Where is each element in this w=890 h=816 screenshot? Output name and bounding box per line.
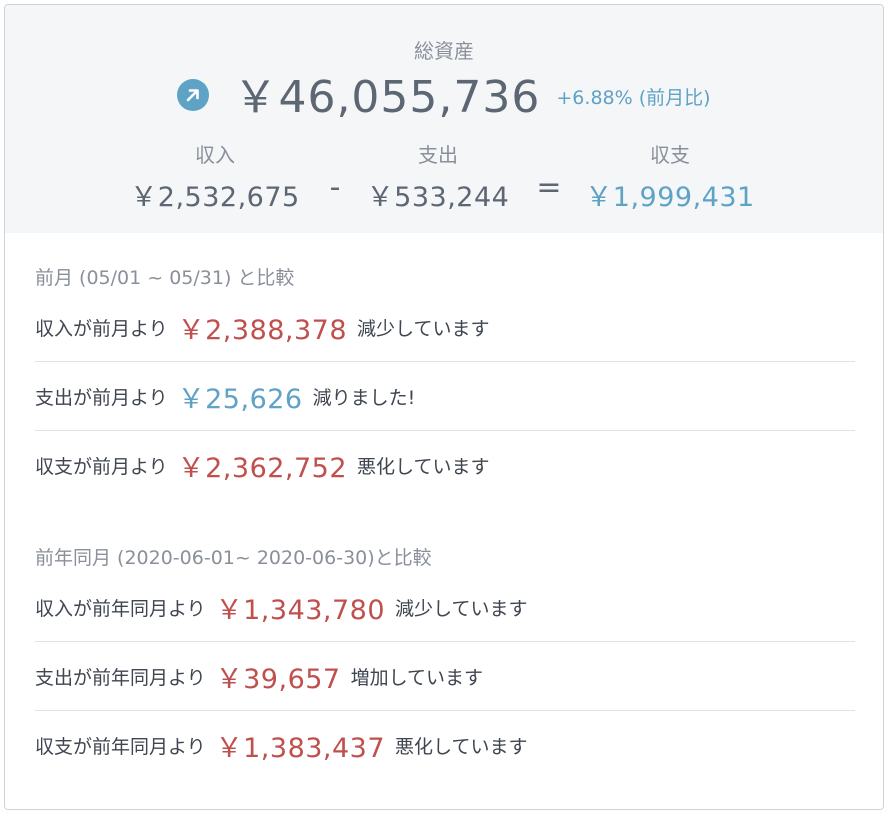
prev-year-income-row: 収入が前年同月より ￥1,343,780 減少しています [35,573,855,642]
total-assets-value: ￥46,055,736 [233,72,541,123]
total-assets-label: 総資産 [414,39,474,63]
income-block: 収入 ￥2,532,675 [115,141,315,213]
prev-month-income-row: 収入が前月より ￥2,388,378 減少しています [35,293,855,362]
row-amount: ￥1,343,780 [215,594,386,626]
row-amount: ￥1,383,437 [215,732,386,764]
row-prefix: 支出が前年同月より [35,666,206,689]
prev-month-balance-row: 収支が前月より ￥2,362,752 悪化しています [35,431,855,499]
row-suffix: 減りました! [312,386,416,409]
prev-month-comparison: 前月 (05/01 ~ 05/31) と比較 収入が前月より ￥2,388,37… [35,263,855,499]
prev-month-title: 前月 (05/01 ~ 05/31) と比較 [35,267,295,289]
balance-block: 収支 ￥1,999,431 [575,141,765,213]
row-prefix: 支出が前月より [35,386,168,409]
summary-panel: 総資産 ￥46,055,736 +6.88% (前月比) 収入 ￥2,532,6… [5,5,883,233]
row-suffix: 悪化しています [357,455,490,478]
row-amount: ￥25,626 [177,383,303,415]
asset-summary-card: 総資産 ￥46,055,736 +6.88% (前月比) 収入 ￥2,532,6… [4,4,884,810]
balance-label: 収支 [650,143,690,167]
expense-value: ￥533,244 [366,182,510,213]
total-change-percent: +6.88% (前月比) [556,86,711,109]
prev-month-expense-row: 支出が前月より ￥25,626 減りました! [35,362,855,431]
income-value: ￥2,532,675 [130,182,300,213]
arrow-up-right-icon [177,79,210,111]
equals-operator: = [536,170,562,205]
row-suffix: 減少しています [357,317,490,340]
row-suffix: 悪化しています [395,735,528,758]
row-suffix: 減少しています [395,597,528,620]
income-label: 収入 [195,143,235,167]
expense-label: 支出 [418,143,458,167]
row-prefix: 収入が前月より [35,317,168,340]
total-assets-row: ￥46,055,736 +6.88% (前月比) [5,65,883,123]
row-prefix: 収支が前年同月より [35,735,206,758]
balance-value: ￥1,999,431 [585,182,755,213]
prev-year-comparison: 前年同月 (2020-06-01~ 2020-06-30)と比較 収入が前年同月… [35,543,855,779]
row-suffix: 増加しています [350,666,484,689]
expense-block: 支出 ￥533,244 [343,141,533,213]
prev-year-title: 前年同月 (2020-06-01~ 2020-06-30)と比較 [35,547,432,569]
row-prefix: 収入が前年同月より [35,597,206,620]
row-amount: ￥2,388,378 [177,314,348,346]
prev-year-expense-row: 支出が前年同月より ￥39,657 増加しています [35,642,855,711]
prev-year-balance-row: 収支が前年同月より ￥1,383,437 悪化しています [35,711,855,779]
row-prefix: 収支が前月より [35,455,168,478]
row-amount: ￥39,657 [215,663,341,695]
row-amount: ￥2,362,752 [177,452,348,484]
